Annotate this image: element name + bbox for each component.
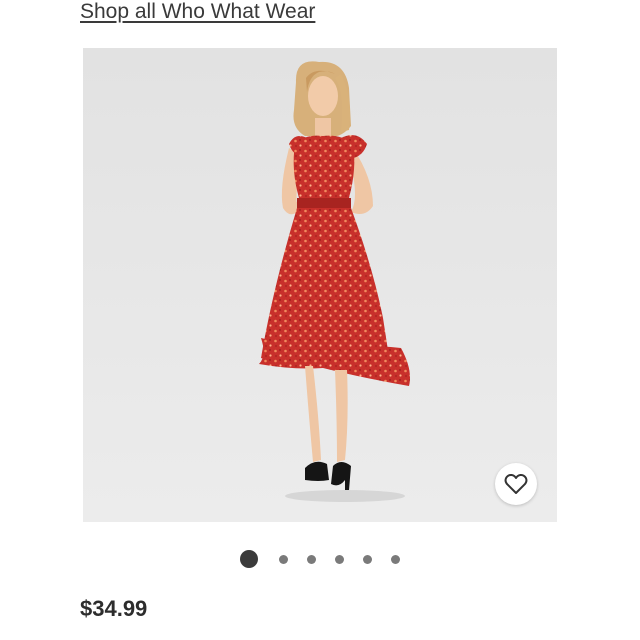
- pagination-dot-5[interactable]: [362, 554, 372, 564]
- shop-all-brand-link[interactable]: Shop all Who What Wear: [80, 0, 315, 24]
- product-price: $34.99: [80, 596, 148, 621]
- pagination-dot-2[interactable]: [278, 554, 288, 564]
- pagination-dot-1[interactable]: [240, 550, 259, 568]
- image-pagination: [0, 549, 640, 569]
- product-page: Shop all Who What Wear $34.99: [0, 0, 640, 640]
- pagination-dot-4[interactable]: [334, 554, 344, 564]
- add-to-favorites-button[interactable]: [495, 463, 537, 505]
- pagination-dot-6[interactable]: [390, 554, 400, 564]
- product-photo: [259, 61, 410, 502]
- product-image-gallery[interactable]: [83, 48, 557, 522]
- heart-outline-icon: [504, 473, 528, 494]
- pagination-dot-3[interactable]: [306, 554, 316, 564]
